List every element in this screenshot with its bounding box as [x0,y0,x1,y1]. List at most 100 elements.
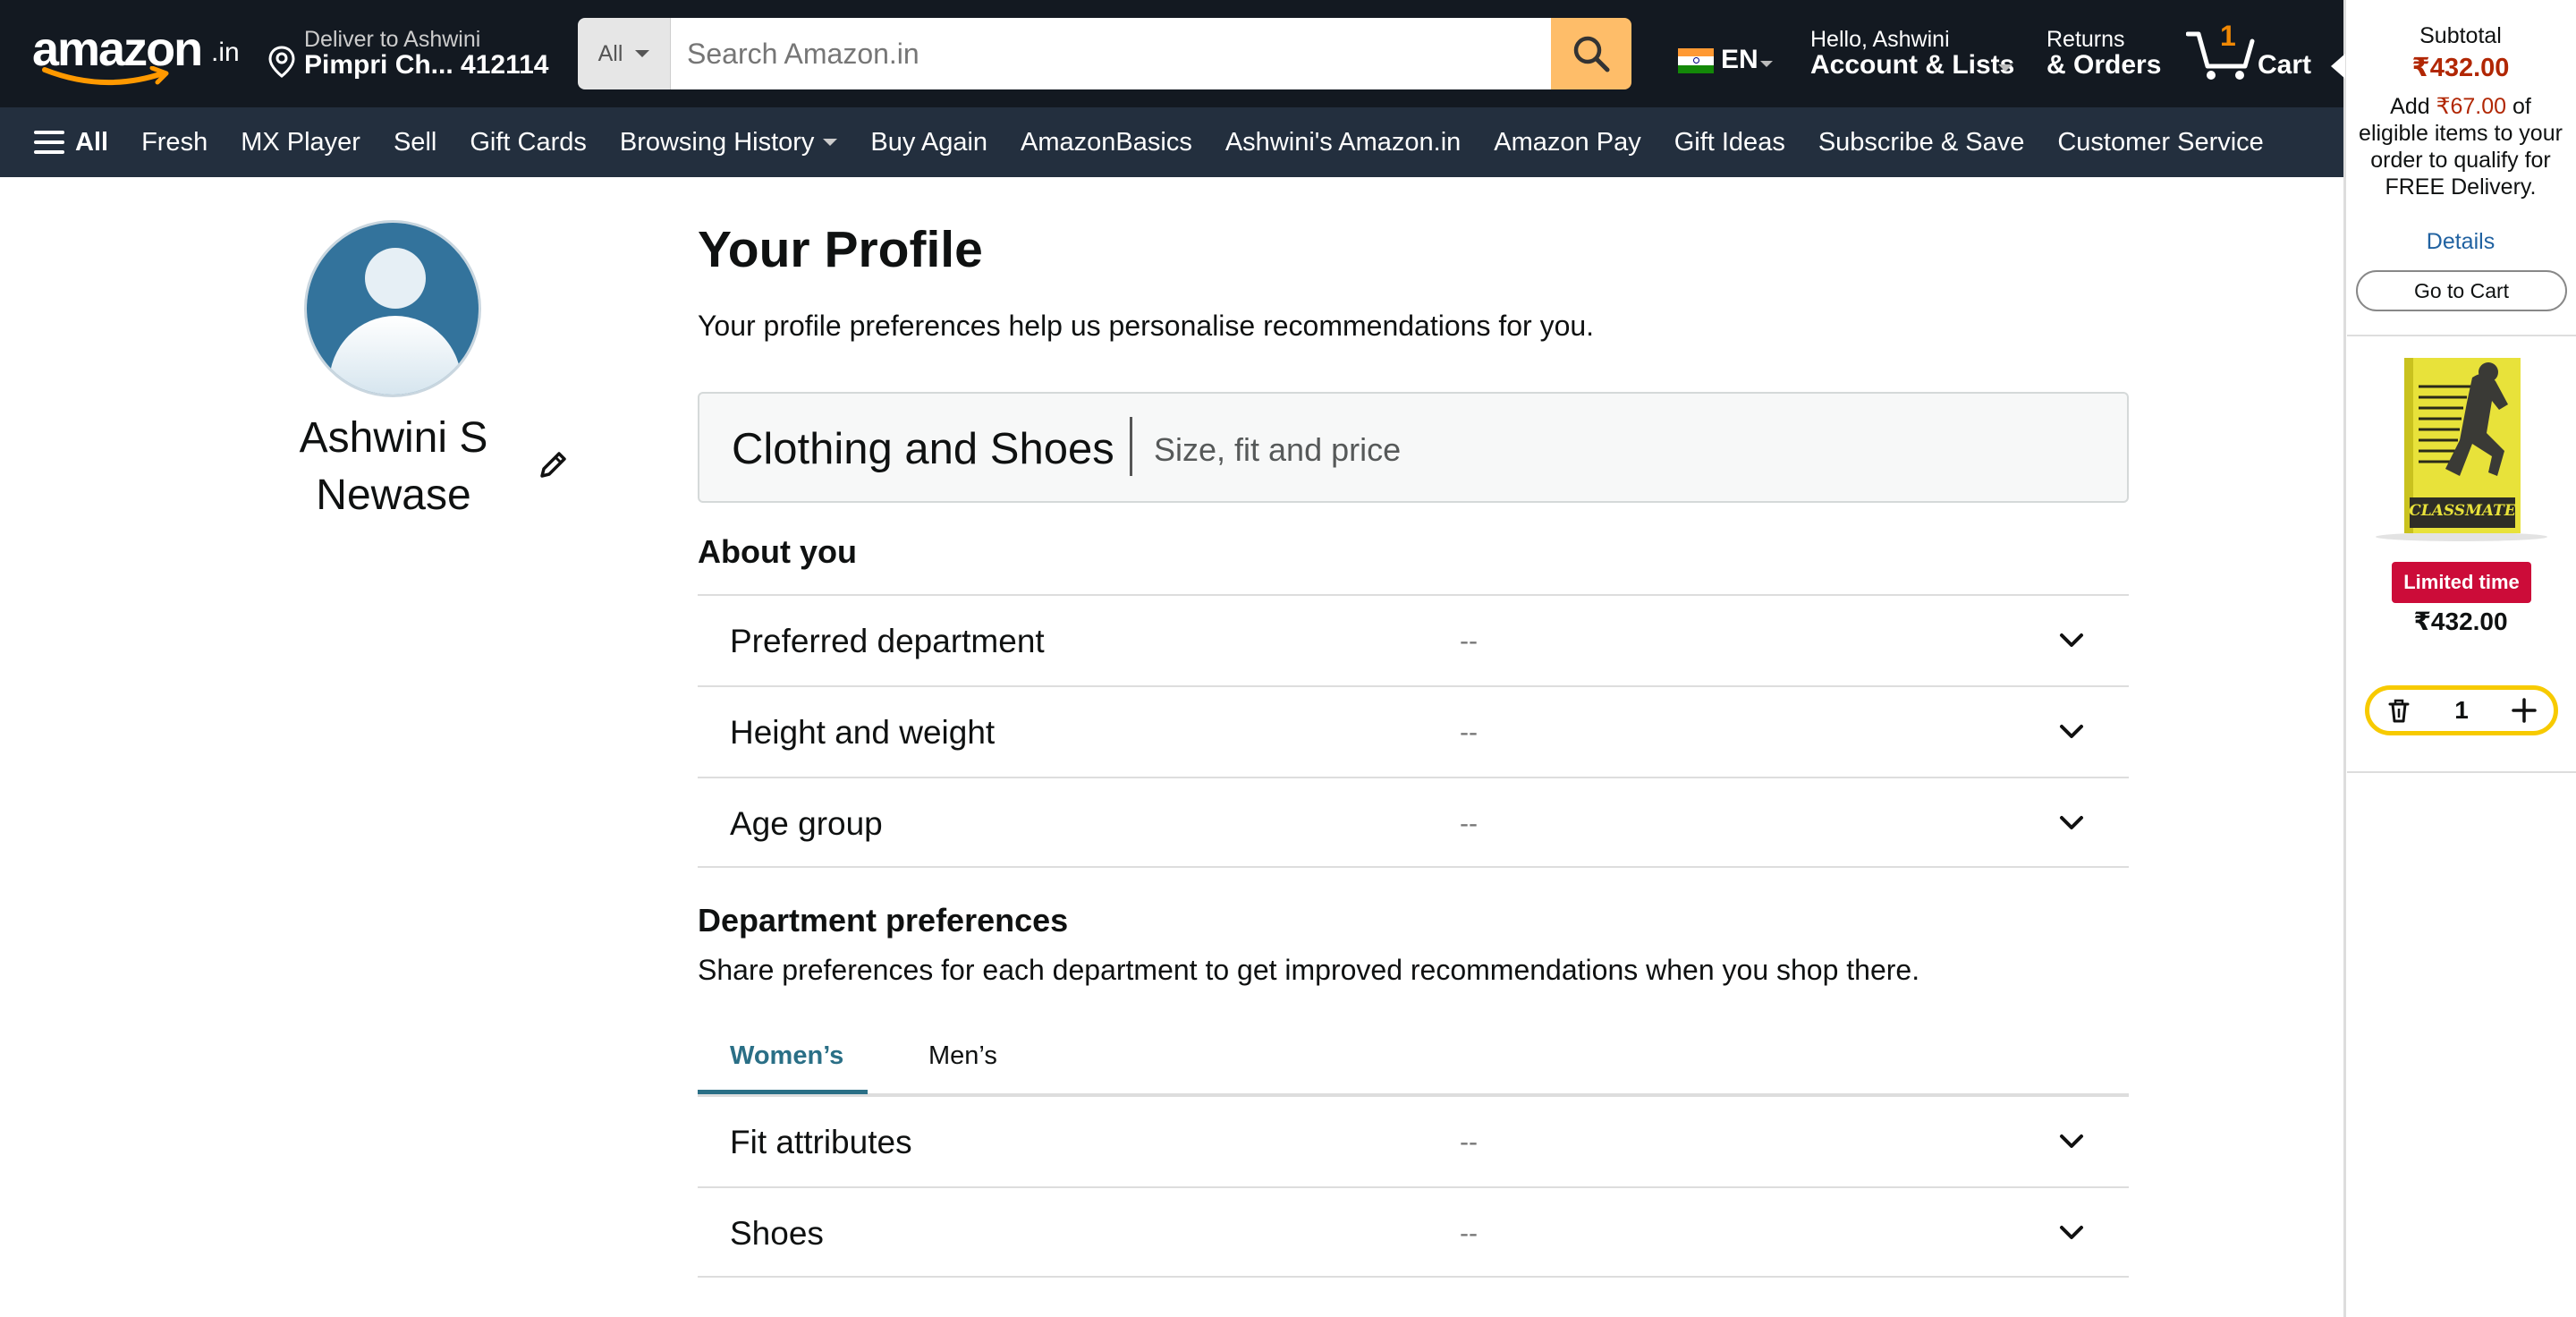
account-greeting[interactable]: Hello, Ashwini [1810,27,1950,53]
nav-item-label: Amazon Pay [1494,127,1641,157]
india-flag-icon[interactable] [1678,48,1714,73]
nav-item-fresh[interactable]: Fresh [141,128,208,157]
active-tab-indicator [698,1090,868,1094]
panel-notch [2331,54,2345,79]
nav-item-label: Subscribe & Save [1818,127,2025,157]
panel-divider [2347,771,2576,773]
chevron-down-icon [2060,1226,2083,1239]
row-label: Shoes [730,1215,824,1252]
nav-item-subscribe-save[interactable]: Subscribe & Save [1818,128,2025,157]
nav-item-sell[interactable]: Sell [394,128,436,157]
search-category-dropdown[interactable]: All [578,18,671,89]
nav-item-amazon-pay[interactable]: Amazon Pay [1494,128,1640,157]
caret-down-icon [635,50,650,57]
nav-item-buy-again[interactable]: Buy Again [870,128,987,157]
chevron-down-icon [2060,1134,2083,1148]
nav-item-amazonbasics[interactable]: AmazonBasics [1021,128,1192,157]
nav-item-label: Browsing History [619,127,815,157]
search-button[interactable] [1551,18,1631,89]
hamburger-icon [34,131,64,154]
logo-suffix: .in [211,38,240,67]
all-label: All [75,127,109,157]
cart-count: 1 [2220,20,2236,52]
page-title: Your Profile [698,221,983,278]
nav-item-gift-cards[interactable]: Gift Cards [470,128,587,157]
category-subtitle: Size, fit and price [1154,431,1402,468]
profile-name: Ashwini S Newase [299,414,488,519]
row-label: Age group [730,805,883,842]
department-preferences-heading: Department preferences [698,902,1069,939]
chevron-down-icon [2060,633,2083,647]
chevron-down-icon [2060,725,2083,738]
row-value: -- [1460,1127,1478,1157]
nav-item-label: Ashwini's Amazon.in [1224,127,1462,157]
details-link[interactable]: Details [2352,229,2569,255]
caret-down-icon [823,139,838,146]
caret-down-icon [1998,64,2012,72]
age-group-row[interactable]: Age group -- [698,777,2129,868]
search-icon [1573,36,1610,72]
quantity-stepper: 1 [2365,685,2558,735]
nav-item-label: Gift Cards [470,127,587,157]
chevron-down-icon [2060,816,2083,829]
search-input[interactable] [671,18,1551,89]
subtotal-value: ₹432.00 [2411,54,2510,82]
nav-item-label: Customer Service [2057,127,2264,157]
deliver-to-label[interactable]: Deliver to Ashwini [304,27,480,53]
go-to-cart-button[interactable]: Go to Cart [2356,270,2567,311]
account-lists-link[interactable]: Account & Lists [1810,50,2014,81]
nav-item-mx-player[interactable]: MX Player [241,128,360,157]
product-thumbnail[interactable]: CLASSMATE [2374,351,2549,542]
category-divider [1130,417,1132,476]
nav-item-label: Sell [393,127,437,157]
returns-label[interactable]: Returns [2046,27,2125,53]
department-preferences-subtitle: Share preferences for each department to… [698,954,1920,986]
free-delivery-message: Add ₹67.00 of eligible items to your ord… [2352,93,2569,200]
nav-item-label: MX Player [241,127,360,157]
nav-item-label: AmazonBasics [1021,127,1192,157]
avatar[interactable] [304,220,481,397]
add-amount: ₹67.00 [2436,94,2507,119]
nav-item-gift-ideas[interactable]: Gift Ideas [1674,128,1785,157]
language-selector[interactable]: EN [1721,45,1758,75]
row-value: -- [1460,809,1478,838]
nav-item-label: Fresh [141,127,208,157]
caret-down-icon [1760,61,1773,67]
subtotal-label: Subtotal [2419,23,2502,48]
page-subtitle: Your profile preferences help us persona… [698,310,1595,342]
fit-attributes-row[interactable]: Fit attributes -- [698,1095,2129,1186]
nav-item-browsing-history[interactable]: Browsing History [620,128,838,157]
nav-menu: All Fresh MX Player Sell Gift Cards Brow… [34,107,2264,177]
row-value: -- [1460,718,1478,747]
row-label: Height and weight [730,714,996,751]
limited-time-badge: Limited time [2392,562,2531,603]
logo-smile-icon [42,66,169,85]
cart-link[interactable]: Cart [2258,50,2311,81]
user-avatar-icon [307,223,479,395]
product-brand-text: CLASSMATE [2409,502,2517,520]
edit-pencil-icon[interactable] [535,447,571,483]
shoes-row[interactable]: Shoes -- [698,1186,2129,1278]
quantity-value: 1 [2454,696,2469,724]
about-you-heading: About you [698,533,857,570]
department-tabs: Women’s Men’s [698,1022,2129,1095]
plus-icon[interactable] [2511,697,2538,724]
preferred-department-row[interactable]: Preferred department -- [698,594,2129,685]
row-value: -- [1460,1219,1478,1248]
orders-link[interactable]: & Orders [2046,50,2161,81]
trash-icon[interactable] [2385,697,2412,724]
nav-item-label: Buy Again [870,127,988,157]
nav-item-ashwinis-amazon[interactable]: Ashwini's Amazon.in [1225,128,1461,157]
delivery-location[interactable]: Pimpri Ch... 412114 [304,50,548,81]
search-category-label: All [597,40,623,66]
row-label: Preferred department [730,623,1045,659]
nav-item-label: Gift Ideas [1674,127,1785,157]
height-weight-row[interactable]: Height and weight -- [698,685,2129,777]
tab-mens[interactable]: Men’s [928,1041,997,1095]
search-bar: All [578,18,1631,89]
tab-womens[interactable]: Women’s [730,1041,843,1095]
location-pin-icon[interactable] [267,45,297,79]
add-prefix: Add [2390,94,2430,119]
nav-item-customer-service[interactable]: Customer Service [2057,128,2263,157]
all-menu-button[interactable]: All [34,128,108,157]
